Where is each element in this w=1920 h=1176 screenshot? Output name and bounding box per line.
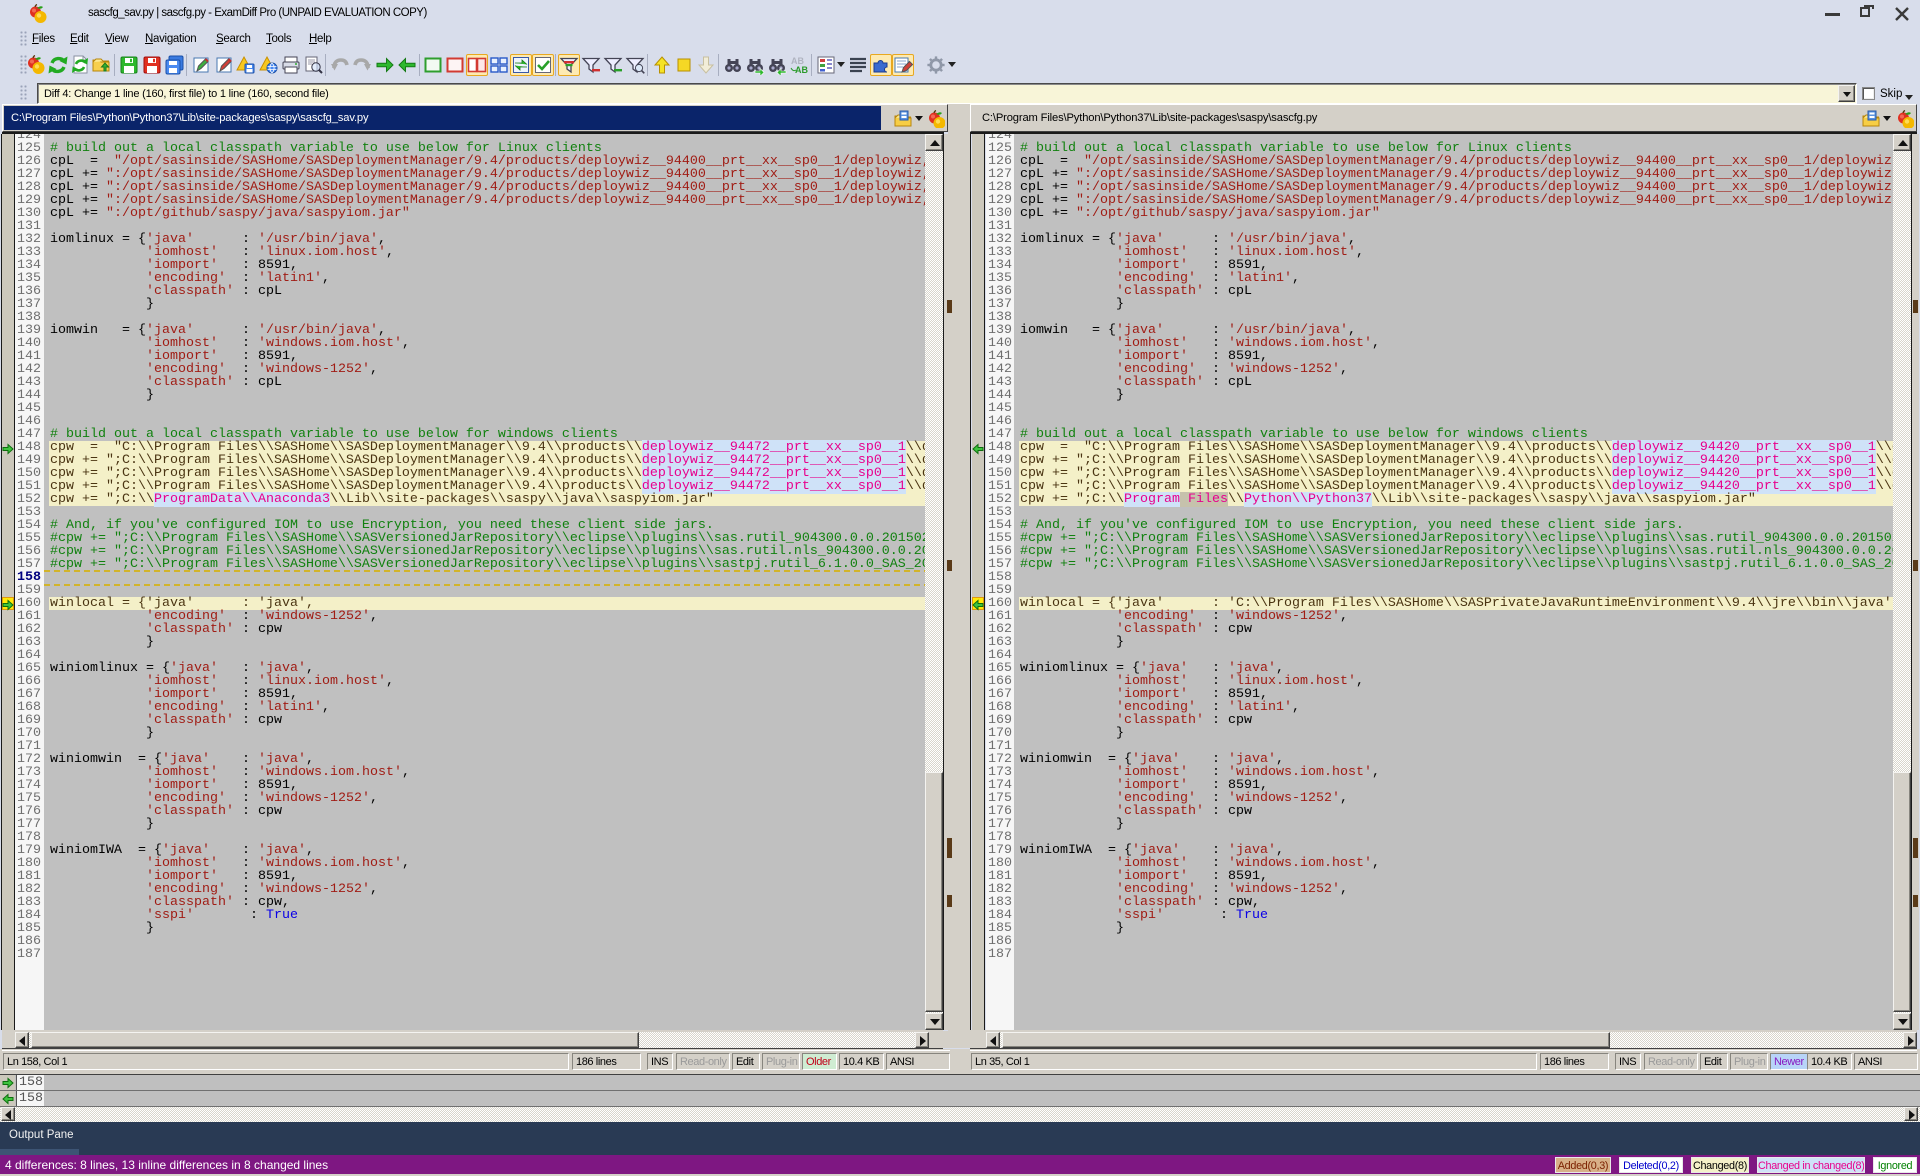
svg-text:AB: AB: [795, 65, 808, 75]
